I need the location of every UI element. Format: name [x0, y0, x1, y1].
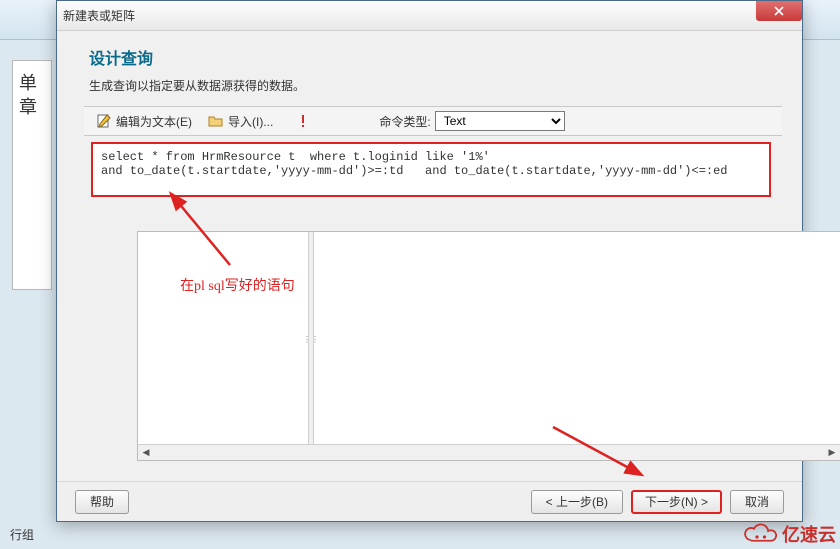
close-icon [774, 6, 784, 16]
command-type-select[interactable]: Text [435, 111, 565, 131]
edit-as-text-button[interactable]: 编辑为文本(E) [116, 113, 192, 130]
help-button[interactable]: 帮助 [75, 490, 129, 514]
previous-button[interactable]: < 上一步(B) [531, 490, 623, 514]
scroll-left-icon[interactable]: ◀ [138, 446, 154, 460]
horizontal-scrollbar[interactable]: ◀ ▶ [138, 444, 840, 460]
watermark-text: 亿速云 [782, 521, 836, 547]
bg-left-char: 单 [19, 69, 37, 95]
dialog-title: 新建表或矩阵 [63, 7, 135, 24]
bg-bottom-label: 行组 [10, 526, 34, 543]
watermark: 亿速云 [742, 521, 836, 547]
query-toolbar: 编辑为文本(E) 导入(I)... 命令类型: Text [84, 106, 782, 136]
cancel-button[interactable]: 取消 [730, 490, 784, 514]
splitter-handle[interactable]: ⋮⋮ [308, 232, 314, 446]
bg-left-char: 章 [19, 93, 37, 119]
close-button[interactable] [756, 1, 802, 21]
results-pane: ⋮⋮ ◀ ▶ [137, 231, 840, 461]
run-exclaim-icon[interactable] [295, 113, 311, 129]
wizard-buttons: 帮助 < 上一步(B) 下一步(N) > 取消 [57, 481, 802, 521]
import-button[interactable]: 导入(I)... [228, 113, 273, 130]
page-description: 生成查询以指定要从数据源获得的数据。 [79, 77, 780, 106]
background-left-panel: 单 章 [12, 60, 52, 290]
next-button[interactable]: 下一步(N) > [631, 490, 722, 514]
sql-line: select * from HrmResource t where t.logi… [101, 150, 490, 164]
watermark-cloud-icon [742, 521, 778, 547]
titlebar[interactable]: 新建表或矩阵 [57, 1, 802, 31]
wizard-dialog: 新建表或矩阵 设计查询 生成查询以指定要从数据源获得的数据。 编辑为文本(E) … [56, 0, 803, 522]
sql-line: and to_date(t.startdate,'yyyy-mm-dd')>=:… [101, 164, 728, 178]
annotation-text: 在pl sql写好的语句 [180, 275, 295, 295]
scroll-right-icon[interactable]: ▶ [824, 446, 840, 460]
dialog-content: 设计查询 生成查询以指定要从数据源获得的数据。 编辑为文本(E) 导入(I)..… [57, 31, 802, 203]
folder-open-icon[interactable] [208, 113, 224, 129]
command-type-label: 命令类型: [379, 113, 430, 130]
page-heading: 设计查询 [79, 41, 780, 77]
edit-text-icon[interactable] [96, 113, 112, 129]
sql-query-textbox[interactable]: select * from HrmResource t where t.logi… [91, 142, 771, 197]
scroll-track[interactable] [154, 446, 824, 460]
